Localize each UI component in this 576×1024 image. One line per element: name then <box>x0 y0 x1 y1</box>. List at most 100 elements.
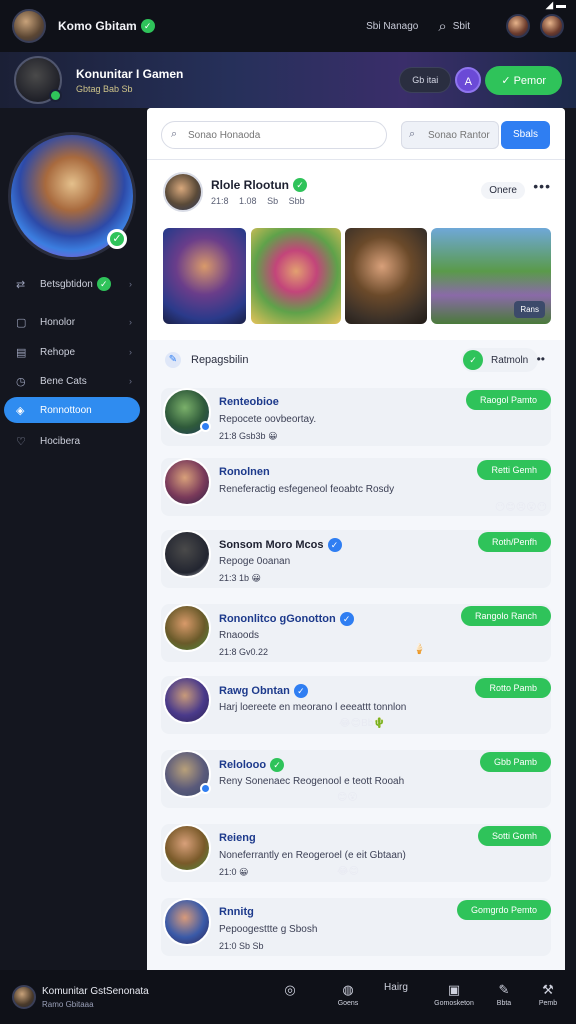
profile-avatar-large[interactable]: ✓ <box>8 132 136 260</box>
check-icon: ✓ <box>463 350 483 370</box>
status-dot <box>200 421 211 432</box>
community-sub: Gbtag Bab Sb <box>76 83 133 94</box>
more-options-icon[interactable]: •• <box>537 352 545 366</box>
games-button[interactable]: ▣ Gomosketon <box>426 982 482 1007</box>
list-avatar <box>163 824 211 872</box>
sidebar-item-label: Honolor <box>40 316 76 328</box>
exit-link[interactable]: Sbit <box>453 21 470 32</box>
list-stats: 21:3 1b 😀 <box>219 573 261 583</box>
list-desc: Harj loereete en meorano l eeeattt tonnl… <box>219 702 407 713</box>
post-avatar[interactable] <box>163 172 203 212</box>
list-name: Rawg Obntan ✓ <box>219 684 308 698</box>
gallery-image[interactable] <box>251 228 341 324</box>
list-item[interactable]: Rononlitco gGonotton ✓ Rnaoods 21:8 Gv0.2… <box>161 604 551 662</box>
verified-icon: ✓ <box>96 277 111 291</box>
list-avatar <box>163 750 211 798</box>
badge-icon[interactable]: A <box>455 67 482 93</box>
post-author[interactable]: Rlole Rlootun ✓ <box>211 178 313 193</box>
search-icon: ⌕ <box>171 128 178 140</box>
list-desc: Pepoogesttte g Sbosh <box>219 924 318 935</box>
list-item[interactable]: Reieng Noneferrantly en Reogeroel (e eit… <box>161 824 551 882</box>
sidebar-item-2[interactable]: ▢ Honolor › <box>4 309 140 335</box>
calendar-icon: ▢ <box>16 316 27 329</box>
list-action-button[interactable]: Retti Gemh <box>477 460 551 480</box>
user-avatar[interactable] <box>12 985 36 1009</box>
sidebar-item-4[interactable]: ◷ Bene Cats › <box>4 368 140 394</box>
gallery-image[interactable] <box>345 228 427 324</box>
record-button[interactable]: ◎ <box>268 982 312 1000</box>
tools-button[interactable]: ⚒ Pemb <box>526 982 570 1007</box>
list-item[interactable]: Relolooo ✓ Reny Sonenaec Reogenool e teot… <box>161 750 551 808</box>
edit-button[interactable]: ✎ Bbta <box>482 982 526 1007</box>
open-button[interactable]: Onere <box>481 182 525 199</box>
sidebar-item-1[interactable]: ⇄ Betsgbtidon ✓ › <box>4 271 140 297</box>
filter-input[interactable] <box>401 121 499 149</box>
list-name: Ronolnen <box>219 466 270 478</box>
list-stats: 21:0 😀 <box>219 867 249 877</box>
list-action-button[interactable]: Gomgrdo Pemto <box>456 900 551 920</box>
list-desc: Repocete oovbeortay. <box>219 414 317 425</box>
sidebar-item-6[interactable]: ♡ Hocibera <box>4 428 140 454</box>
edit-icon: ✎ <box>165 352 181 368</box>
list-name: Relolooo ✓ <box>219 758 285 772</box>
section-toggle[interactable]: ✓ Ratmoln <box>461 348 539 372</box>
community-name: Konunitar I Gamen <box>76 66 184 81</box>
reaction-emoji: 😊😮 <box>337 792 358 803</box>
text-button[interactable]: Hairg <box>374 982 418 993</box>
gallery-image[interactable] <box>163 228 246 324</box>
search-bar: ⌕ ⌕ Sbals <box>147 108 565 160</box>
reaction-emoji: 😀 <box>251 573 261 583</box>
list-action-button[interactable]: Raogol Pamto <box>465 390 551 410</box>
list-action-button[interactable]: Gbb Pamb <box>479 752 551 772</box>
list-desc: Reny Sonenaec Reogenool e teott Rooah <box>219 776 405 787</box>
list-item[interactable]: Ronolnen Reneferactig esfegeneol feoabtc… <box>161 458 551 516</box>
notification-button[interactable]: ◍ Goens <box>326 982 370 1007</box>
list-action-button[interactable]: Rotto Pamb <box>475 678 551 698</box>
follow-button[interactable]: ✓ Pemor <box>485 65 562 95</box>
app-title: Komo Gbitam ✓ <box>58 19 155 34</box>
signal-icon: ◢ ▬ <box>545 0 566 11</box>
verified-icon: ✓ <box>293 178 307 193</box>
list-desc: Noneferrantly en Reogeroel (e eit Gbtaan… <box>219 850 406 861</box>
post-stat: 1.08 <box>239 196 257 207</box>
search-input[interactable] <box>161 121 387 149</box>
reaction-emoji: 😶😊😣😮😶 <box>494 502 547 513</box>
list-action-button[interactable]: Roth/Penfh <box>477 532 551 552</box>
verified-icon: ✓ <box>107 229 127 249</box>
share-icon: ⇄ <box>16 278 26 291</box>
list-avatar <box>163 604 211 652</box>
section-header: ✎ Repagsbilin ✓ Ratmoln •• <box>147 340 565 376</box>
chevron-right-icon: › <box>129 376 132 386</box>
search-icon[interactable]: ⌕ <box>438 18 446 35</box>
tools-icon: ⚒ <box>542 982 554 997</box>
user-avatar[interactable] <box>12 9 46 43</box>
list-avatar <box>163 676 211 724</box>
profile-avatar[interactable] <box>540 14 564 38</box>
gallery-image[interactable]: Rans <box>431 228 551 324</box>
sidebar-item-5[interactable]: ◈ Ronnottoon <box>4 397 140 423</box>
reaction-emoji: 😀 <box>268 431 278 441</box>
bottom-user-name: Komunitar GstSenonata <box>42 986 149 997</box>
community-pill-button[interactable]: Gb itai <box>399 67 452 93</box>
reaction-emoji: 😂😊Bb🌵 <box>339 718 386 729</box>
sidebar-item-3[interactable]: ▤ Rehope › <box>4 339 140 365</box>
list-item[interactable]: Rnnitg Pepoogesttte g Sbosh 21:0 Sb Sb G… <box>161 898 551 956</box>
friend-avatar[interactable] <box>506 14 530 38</box>
featured-post: Rlole Rlootun ✓ 21:8 1.08 Sb Sbb Onere ••… <box>147 160 565 340</box>
list-item[interactable]: Sonsom Moro Mcos ✓ Repoge 0oanan 21:3 1b … <box>161 530 551 588</box>
list-avatar <box>163 458 211 506</box>
community-avatar[interactable] <box>14 56 62 104</box>
more-options-icon[interactable]: ••• <box>533 178 551 194</box>
sidebar-item-label: Betsgbtidon <box>40 278 93 290</box>
post-stats: 21:8 1.08 Sb Sbb <box>211 196 313 206</box>
bottom-bar: Komunitar GstSenonata Ramo Gbitaaa ◎ ◍ Go… <box>0 970 576 1024</box>
top-link[interactable]: Sbi Nanago <box>366 21 418 32</box>
list-action-button[interactable]: Rangolo Ranch <box>460 606 551 626</box>
list-item[interactable]: Rawg Obntan ✓ Harj loereete en meorano l … <box>161 676 551 734</box>
list-item[interactable]: Renteobioe Repocete oovbeortay. 21:8 Gsb… <box>161 388 551 446</box>
record-icon: ◎ <box>284 982 296 997</box>
search-button[interactable]: Sbals <box>501 121 550 149</box>
list-action-button[interactable]: Sotti Gomh <box>477 826 551 846</box>
post-stat: Sbb <box>288 196 305 207</box>
list-name: Renteobioe <box>219 396 279 408</box>
